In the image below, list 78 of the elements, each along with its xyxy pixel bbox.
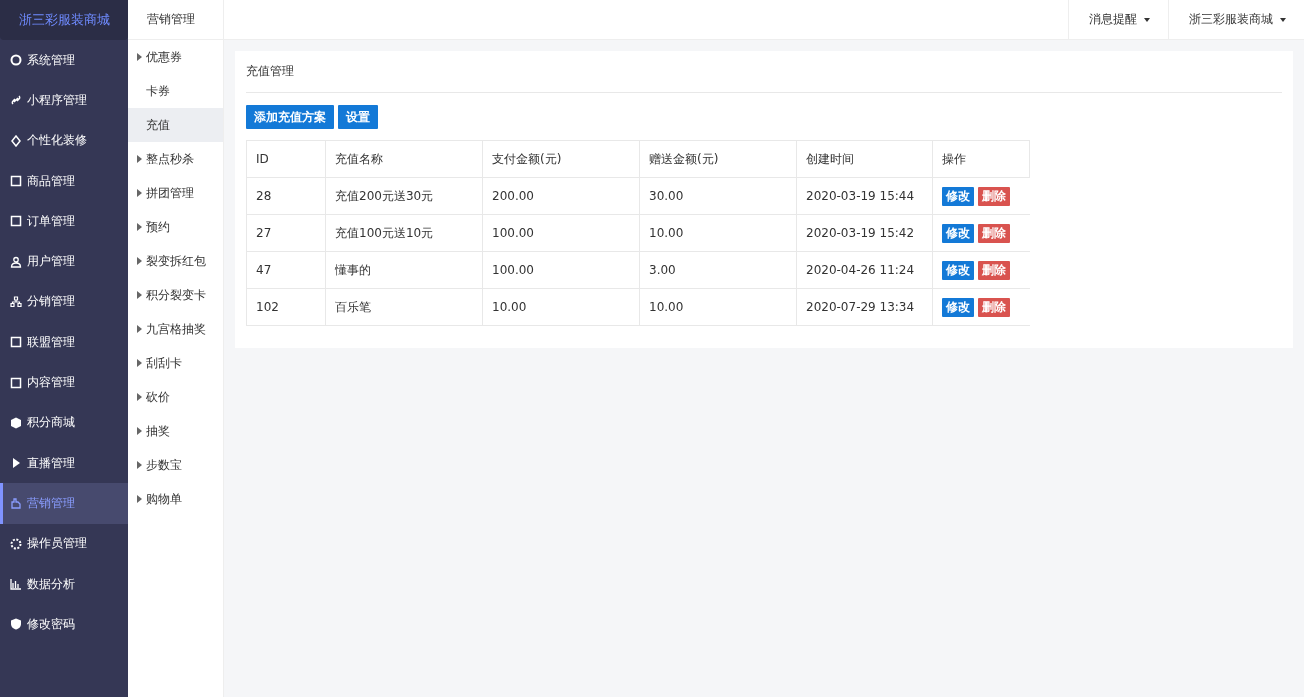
column-header: 操作 bbox=[932, 140, 1030, 178]
table-cell: 47 bbox=[246, 251, 326, 289]
cube-icon bbox=[10, 416, 22, 429]
submenu-item[interactable]: 抽奖 bbox=[128, 414, 223, 448]
submenu-item[interactable]: 卡券 bbox=[128, 74, 223, 108]
submenu-item[interactable]: 优惠券 bbox=[128, 40, 223, 74]
caret-icon bbox=[1280, 17, 1286, 22]
sidebar-item[interactable]: 修改密码 bbox=[0, 604, 128, 645]
tree-icon bbox=[10, 295, 22, 308]
table-cell: 3.00 bbox=[639, 251, 797, 289]
dropdown-menu[interactable]: 浙三彩服装商城 bbox=[1168, 0, 1304, 39]
sidebar-item[interactable]: 直播管理 bbox=[0, 442, 128, 484]
delete-button[interactable]: 删除 bbox=[978, 260, 1011, 280]
sidebar-item[interactable]: 系统管理 bbox=[0, 40, 128, 81]
sidebar-item[interactable]: 用户管理 bbox=[0, 241, 128, 282]
submenu-item[interactable]: 砍价 bbox=[128, 380, 223, 414]
table-cell: 2020-04-26 11:24 bbox=[796, 251, 933, 289]
sidebar-item[interactable]: 数据分析 bbox=[0, 563, 128, 605]
shield-icon bbox=[10, 618, 22, 631]
delete-button[interactable]: 删除 bbox=[978, 297, 1011, 317]
dropdown-menu[interactable]: 消息提醒 bbox=[1068, 0, 1168, 39]
edit-button[interactable]: 修改 bbox=[942, 223, 975, 243]
sidebar-item[interactable]: 内容管理 bbox=[0, 362, 128, 403]
edit-button[interactable]: 修改 bbox=[942, 260, 975, 280]
sidebar-item[interactable]: 积分商城 bbox=[0, 402, 128, 443]
panel-title: 充值管理 bbox=[246, 51, 1282, 93]
delete-button[interactable]: 删除 bbox=[978, 223, 1011, 243]
sidebar-item[interactable]: 商品管理 bbox=[0, 160, 128, 202]
sidebar-item[interactable]: 小程序管理 bbox=[0, 80, 128, 121]
edit-button[interactable]: 修改 bbox=[942, 186, 975, 206]
sidebar-item[interactable]: 联盟管理 bbox=[0, 322, 128, 363]
submenu-item[interactable]: 拼团管理 bbox=[128, 176, 223, 210]
table-cell: 10.00 bbox=[482, 288, 640, 326]
table-cell: 100.00 bbox=[482, 214, 640, 252]
submenu-item[interactable]: 购物单 bbox=[128, 482, 223, 516]
diamond-icon bbox=[10, 134, 22, 147]
edit-button[interactable]: 修改 bbox=[942, 297, 975, 317]
submenu-item[interactable]: 步数宝 bbox=[128, 448, 223, 482]
table-cell: 10.00 bbox=[639, 214, 797, 252]
table-cell: 28 bbox=[246, 177, 326, 215]
column-header: 创建时间 bbox=[796, 140, 933, 178]
sidebar-item[interactable]: 订单管理 bbox=[0, 201, 128, 242]
action-button[interactable]: 添加充值方案 bbox=[246, 105, 334, 129]
table-cell: 30.00 bbox=[639, 177, 797, 215]
table-cell: 懂事的 bbox=[325, 251, 483, 289]
play-icon bbox=[10, 457, 22, 470]
submenu-title: 营销管理 bbox=[128, 0, 223, 40]
table-cell: 充值100元送10元 bbox=[325, 214, 483, 252]
chart-icon bbox=[10, 578, 22, 590]
sidebar-item[interactable]: 个性化装修 bbox=[0, 120, 128, 161]
table-cell: 100.00 bbox=[482, 251, 640, 289]
column-header: 赠送金额(元) bbox=[639, 140, 797, 178]
brand-title: 浙三彩服装商城 bbox=[0, 0, 128, 40]
submenu-item[interactable]: 刮刮卡 bbox=[128, 346, 223, 380]
caret-icon bbox=[1144, 17, 1150, 22]
table-cell: 2020-03-19 15:44 bbox=[796, 177, 933, 215]
submenu-item[interactable]: 九宫格抽奖 bbox=[128, 312, 223, 346]
table-cell: 充值200元送30元 bbox=[325, 177, 483, 215]
table-cell: 2020-07-29 13:34 bbox=[796, 288, 933, 326]
sidebar-item[interactable]: 分销管理 bbox=[0, 281, 128, 323]
column-header: ID bbox=[246, 140, 326, 178]
table-cell: 2020-03-19 15:42 bbox=[796, 214, 933, 252]
table-cell: 27 bbox=[246, 214, 326, 252]
column-header: 充值名称 bbox=[325, 140, 483, 178]
table-cell: 200.00 bbox=[482, 177, 640, 215]
user-icon bbox=[10, 255, 22, 268]
table-cell: 10.00 bbox=[639, 288, 797, 326]
table-cell: 102 bbox=[246, 288, 326, 326]
table-cell: 百乐笔 bbox=[325, 288, 483, 326]
submenu-item[interactable]: 裂变拆红包 bbox=[128, 244, 223, 278]
action-button[interactable]: 设置 bbox=[338, 105, 378, 129]
submenu-item[interactable]: 积分裂变卡 bbox=[128, 278, 223, 312]
submenu-item[interactable]: 充值 bbox=[128, 108, 223, 142]
delete-button[interactable]: 删除 bbox=[978, 186, 1011, 206]
column-header: 支付金额(元) bbox=[482, 140, 640, 178]
submenu-item[interactable]: 整点秒杀 bbox=[128, 142, 223, 176]
submenu-item[interactable]: 预约 bbox=[128, 210, 223, 244]
sidebar-item[interactable]: 操作员管理 bbox=[0, 523, 128, 564]
